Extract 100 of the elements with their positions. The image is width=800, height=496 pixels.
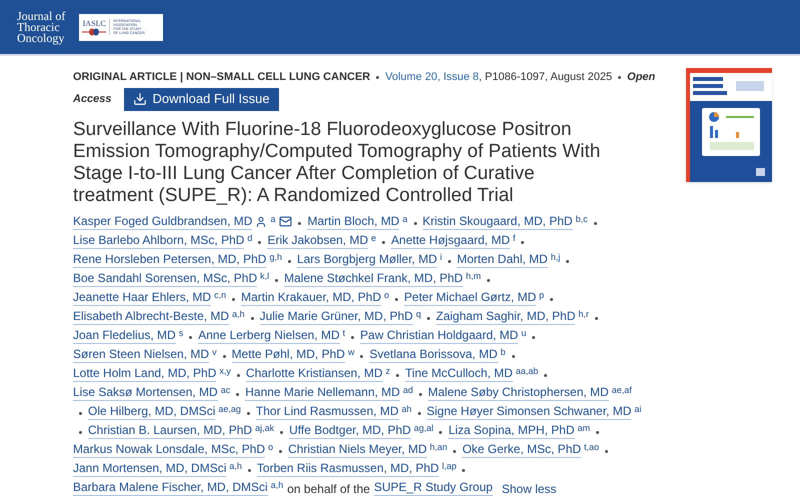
author-link[interactable]: Jann Mortensen, MD, DMSci: [73, 460, 226, 476]
affiliation-mark[interactable]: e: [371, 232, 376, 242]
logo-text: Thoracic: [17, 22, 60, 32]
author-link[interactable]: Martin Krakauer, MD, PhD: [241, 290, 382, 306]
journal-cover-drawing[interactable]: [686, 68, 772, 182]
journal-logo[interactable]: Journal of Thoracic Oncology: [17, 10, 66, 44]
author-link[interactable]: Joan Fledelius, MD: [73, 328, 176, 344]
author-link[interactable]: Morten Dahl, MD: [457, 252, 548, 268]
author-link[interactable]: Anette Højsgaard, MD: [391, 232, 510, 248]
author-link[interactable]: Uffe Bodtger, MD, PhD: [289, 422, 411, 438]
study-group-link[interactable]: SUPE_R Study Group: [374, 480, 493, 496]
affiliation-mark[interactable]: q: [416, 308, 421, 318]
lungs-icon: [82, 28, 106, 36]
author-link[interactable]: Lise Saksø Mortensen, MD: [73, 384, 218, 400]
publication-info: , P1086-1097, August 2025: [478, 70, 612, 85]
affiliation-mark[interactable]: h,r: [578, 308, 589, 318]
logo-text: IASLC: [82, 18, 106, 28]
author-link[interactable]: Zaigham Saghir, MD, PhD: [436, 308, 576, 324]
author-link[interactable]: Charlotte Kristiansen, MD: [246, 366, 383, 382]
author-link[interactable]: Anne Lerberg Nielsen, MD: [198, 328, 340, 344]
access-label: Access: [73, 92, 112, 107]
author-link[interactable]: Tine McCulloch, MD: [405, 366, 513, 382]
affiliation-mark[interactable]: z: [386, 366, 390, 376]
access-label: Open: [627, 70, 656, 85]
affiliation-mark[interactable]: ae,af: [612, 384, 632, 394]
author-link[interactable]: Oke Gerke, MSc, PhD: [462, 442, 582, 458]
affiliation-mark[interactable]: b: [500, 346, 506, 356]
affiliation-mark[interactable]: l,ap: [442, 460, 456, 470]
article-title: Surveillance With Fluorine-18 Fluorodeoxyglucose Positron Emission Tomography/Computed Tomography of Patients With Stage I-to-III Lung Cancer After Completion of Curative treatment (SUPE_R): A Randomized Controlled Trial: [73, 118, 602, 206]
affiliation-mark[interactable]: w: [348, 346, 354, 356]
affiliation-mark[interactable]: x,y: [219, 366, 231, 376]
author-link[interactable]: Lise Barlebo Ahlborn, MSc, PhD: [73, 232, 244, 248]
affiliation-mark[interactable]: aj,ak: [255, 422, 274, 432]
author-link[interactable]: Svetlana Borissova, MD: [369, 346, 498, 362]
author-link[interactable]: Paw Christian Holdgaard, MD: [360, 328, 518, 344]
affiliation-mark[interactable]: f: [512, 232, 516, 242]
author-link[interactable]: Christian Niels Meyer, MD: [288, 442, 427, 458]
download-button[interactable]: Download Full Issue: [124, 88, 279, 110]
article-section: ORIGINAL ARTICLE | NON–SMALL CELL LUNG CANCER: [73, 69, 370, 86]
author-link[interactable]: Rene Horsleben Petersen, MD, PhD: [73, 252, 266, 268]
affiliation-mark[interactable]: c,n: [214, 290, 226, 300]
affiliation-mark[interactable]: h,m: [466, 270, 481, 280]
logo-text: Oncology: [17, 32, 66, 44]
author-link[interactable]: Christian B. Laursen, MD, PhD: [88, 422, 252, 438]
affiliation-mark[interactable]: a: [402, 214, 408, 224]
affiliation-mark[interactable]: p: [539, 290, 544, 300]
author-link[interactable]: Lars Borgbjerg Møller, MD: [296, 252, 437, 268]
affiliation-mark[interactable]: aa,ab: [516, 366, 538, 376]
affiliation-mark[interactable]: v: [212, 346, 217, 356]
author-link[interactable]: Malene Søby Christophersen, MD: [428, 384, 609, 400]
author-link[interactable]: Liza Sopina, MPH, PhD: [448, 422, 575, 438]
affiliation-mark[interactable]: h,j: [550, 252, 560, 262]
author-link[interactable]: Hanne Marie Nellemann, MD: [245, 384, 400, 400]
show-less-link[interactable]: Show less: [502, 480, 556, 496]
affiliation-mark[interactable]: ai: [634, 404, 642, 414]
person-icon[interactable]: [255, 216, 268, 228]
affiliation-mark[interactable]: b,c: [576, 214, 588, 224]
author-link[interactable]: Jeanette Haar Ehlers, MD: [73, 290, 212, 306]
author-link[interactable]: Boe Sandahl Sorensen, MSc, PhD: [73, 270, 258, 286]
author-link[interactable]: Torben Riis Rasmussen, MD, PhD: [256, 460, 439, 476]
affiliation-mark[interactable]: h,an: [430, 442, 448, 452]
affiliation-mark[interactable]: a: [270, 214, 276, 224]
author-link[interactable]: Thor Lind Rasmussen, MD: [256, 404, 399, 420]
author-link[interactable]: Ole Hilberg, MD, DMSci: [88, 404, 216, 420]
author-link[interactable]: Elisabeth Albrecht-Beste, MD: [73, 308, 230, 324]
affiliation-mark[interactable]: a,h: [270, 480, 284, 490]
affiliation-mark[interactable]: am: [578, 422, 590, 432]
affiliation-mark[interactable]: i: [440, 252, 442, 262]
affiliation-mark[interactable]: s: [178, 328, 184, 338]
download-icon: [132, 92, 147, 106]
affiliation-mark[interactable]: a,h: [232, 308, 245, 318]
author-link[interactable]: Barbara Malene Fischer, MD, DMSci: [73, 480, 268, 496]
email-icon[interactable]: [279, 215, 292, 228]
author-link[interactable]: Malene Støchkel Frank, MD, PhD: [284, 270, 463, 286]
affiliation-mark[interactable]: o: [268, 442, 274, 452]
affiliation-mark[interactable]: a,h: [229, 460, 242, 470]
affiliation-mark[interactable]: u: [521, 328, 526, 338]
author-link[interactable]: Julie Marie Grüner, MD, PhD: [260, 308, 413, 324]
affiliation-mark[interactable]: d: [247, 232, 252, 242]
author-link[interactable]: Markus Nowak Lonsdale, MSc, PhD: [73, 442, 266, 458]
author-link[interactable]: Peter Michael Gørtz, MD: [404, 290, 536, 306]
affiliation-mark[interactable]: o: [384, 290, 390, 300]
issue-link[interactable]: Volume 20, Issue 8: [385, 69, 479, 86]
author-link[interactable]: Lotte Holm Land, MD, PhD: [73, 366, 216, 382]
affiliation-mark[interactable]: t,ao: [584, 442, 600, 452]
affiliation-mark[interactable]: g,h: [269, 252, 282, 262]
author-link[interactable]: Mette Pøhl, MD, PhD: [232, 346, 345, 362]
author-link[interactable]: Martin Bloch, MD: [307, 214, 400, 230]
affiliation-mark[interactable]: ae,ag: [218, 404, 241, 414]
author-link[interactable]: Signe Høyer Simonsen Schwaner, MD: [426, 404, 632, 420]
affiliation-mark[interactable]: ah: [402, 404, 412, 414]
author-link[interactable]: Kristin Skougaard, MD, PhD: [422, 214, 573, 230]
affiliation-mark[interactable]: ac: [220, 384, 230, 394]
author-link[interactable]: Kasper Foged Guldbrandsen, MD: [73, 214, 252, 230]
author-link[interactable]: Erik Jakobsen, MD: [267, 232, 368, 248]
affiliation-mark[interactable]: t: [342, 328, 346, 338]
affiliation-mark[interactable]: ad: [402, 384, 413, 394]
affiliation-mark[interactable]: k,l: [260, 270, 270, 280]
author-link[interactable]: Søren Steen Nielsen, MD: [73, 346, 210, 362]
affiliation-mark[interactable]: ag,al: [414, 422, 434, 432]
